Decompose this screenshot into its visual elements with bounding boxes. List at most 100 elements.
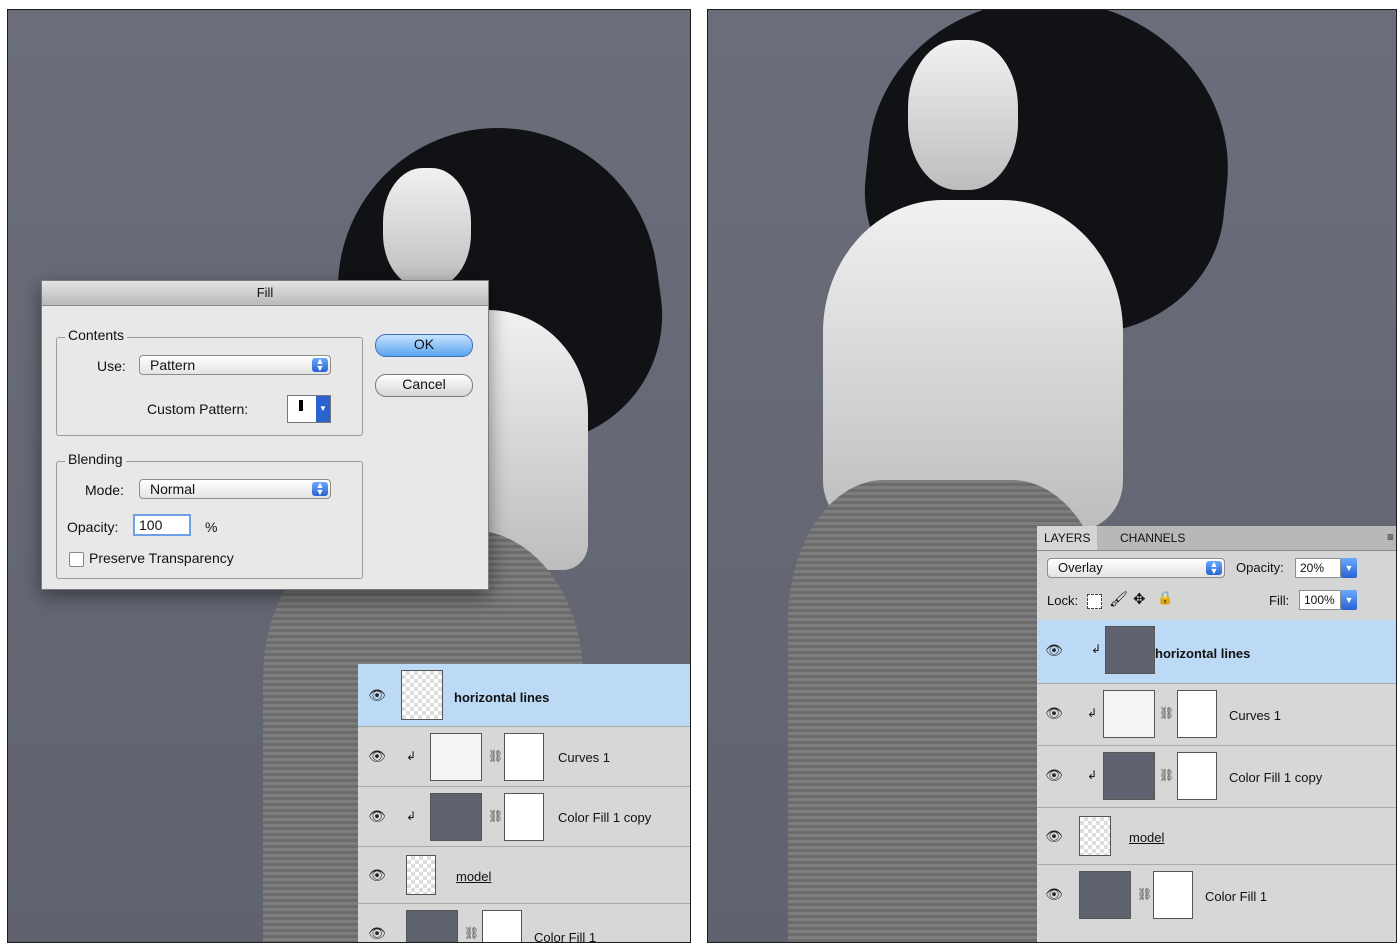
cancel-button[interactable]: Cancel xyxy=(375,374,473,397)
dialog-title: Fill xyxy=(42,281,488,306)
brush-icon[interactable]: 🖌 xyxy=(1109,590,1128,608)
opacity-label: Opacity: xyxy=(1236,560,1284,575)
chevron-down-icon: ▼ xyxy=(316,396,330,422)
select-arrows-icon: ▲ ▼ xyxy=(312,357,328,373)
clip-arrow-icon: ↲ xyxy=(406,809,417,823)
layer-row-horizontal-lines[interactable]: 👁 horizontal lines xyxy=(358,664,690,727)
layer-row-color-fill-1-copy[interactable]: 👁 ↲ ⛓ Color Fill 1 copy xyxy=(1037,746,1396,808)
preserve-transparency-checkbox[interactable] xyxy=(69,552,84,567)
opacity-input[interactable]: 100 xyxy=(133,514,191,536)
color-fill-thumbnail xyxy=(406,910,458,942)
eye-icon[interactable]: 👁 xyxy=(366,749,388,763)
layer-name: Color Fill 1 copy xyxy=(1229,770,1323,785)
right-canvas-panel: LAYERS CHANNELS ≡ Overlay ▲ ▼ Opacity: 20… xyxy=(707,9,1397,943)
blend-mode-select[interactable]: Overlay ▲ ▼ xyxy=(1047,558,1225,578)
layer-name: Color Fill 1 xyxy=(534,930,597,943)
tab-channels[interactable]: CHANNELS xyxy=(1113,526,1192,550)
layer-row-model[interactable]: 👁 model xyxy=(1037,808,1396,865)
checkerboard-thumbnail xyxy=(401,670,443,720)
chevron-down-icon[interactable]: ▼ xyxy=(1341,558,1357,578)
eye-icon[interactable]: 👁 xyxy=(1043,768,1065,782)
panel-menu-icon[interactable]: ≡ xyxy=(1387,530,1394,544)
ok-button[interactable]: OK xyxy=(375,334,473,357)
select-arrows-icon: ▲ ▼ xyxy=(1206,560,1222,576)
fill-dialog: Fill Contents Use: Pattern ▲ ▼ Custom Pat… xyxy=(41,280,489,590)
model-thumbnail xyxy=(1079,816,1111,856)
eye-icon[interactable]: 👁 xyxy=(366,688,388,702)
custom-pattern-picker[interactable]: ▼ xyxy=(287,395,331,423)
eye-icon[interactable]: 👁 xyxy=(366,868,388,882)
left-layers-list: 👁 horizontal lines 👁 ↲ ⛓ Curves 1 👁 ↲ ⛓ … xyxy=(358,664,690,943)
link-chain-icon: ⛓ xyxy=(1159,706,1175,720)
curves-thumbnail xyxy=(1103,690,1155,738)
select-arrows-icon: ▲ ▼ xyxy=(312,481,328,497)
model-face xyxy=(908,40,1018,190)
layer-row-color-fill-1[interactable]: 👁 ⛓ Color Fill 1 xyxy=(358,904,690,943)
contents-label: Contents xyxy=(65,327,128,343)
mask-thumbnail xyxy=(504,793,544,841)
lock-transparent-icon[interactable] xyxy=(1087,594,1102,609)
layer-row-horizontal-lines[interactable]: 👁 ↲ horizontal lines xyxy=(1037,620,1396,684)
pattern-swatch-icon xyxy=(299,400,303,411)
color-fill-thumbnail xyxy=(430,793,482,841)
layer-row-curves-1[interactable]: 👁 ↲ ⛓ Curves 1 xyxy=(1037,684,1396,746)
eye-icon[interactable]: 👁 xyxy=(366,926,388,940)
lock-icon[interactable]: 🔒 xyxy=(1157,590,1173,606)
eye-icon[interactable]: 👁 xyxy=(366,809,388,823)
link-chain-icon: ⛓ xyxy=(464,926,480,940)
right-layers-panel: LAYERS CHANNELS ≡ Overlay ▲ ▼ Opacity: 20… xyxy=(1037,526,1396,942)
layer-row-color-fill-1[interactable]: 👁 ⛓ Color Fill 1 xyxy=(1037,865,1396,942)
clip-arrow-icon: ↲ xyxy=(406,749,417,763)
mode-select[interactable]: Normal ▲ ▼ xyxy=(139,479,331,499)
chevron-down-icon[interactable]: ▼ xyxy=(1341,590,1357,610)
opacity-label: Opacity: xyxy=(67,519,119,535)
opacity-value: 20% xyxy=(1300,561,1325,575)
clip-arrow-icon: ↲ xyxy=(1087,706,1098,720)
eye-icon[interactable]: 👁 xyxy=(1043,829,1065,843)
preserve-transparency-label: Preserve Transparency xyxy=(89,550,234,566)
use-select[interactable]: Pattern ▲ ▼ xyxy=(139,355,331,375)
opacity-input[interactable]: 20% ▼ xyxy=(1295,558,1357,578)
blending-group: Blending Mode: Normal ▲ ▼ Opacity: 100 % … xyxy=(56,451,363,579)
layer-name: Color Fill 1 copy xyxy=(558,810,652,825)
link-chain-icon: ⛓ xyxy=(1159,768,1175,782)
layer-name: model xyxy=(456,869,492,884)
fill-input[interactable]: 100% ▼ xyxy=(1299,590,1357,610)
layer-name: Color Fill 1 xyxy=(1205,889,1268,904)
layer-name: horizontal lines xyxy=(454,690,550,705)
use-label: Use: xyxy=(97,358,126,374)
layer-row-curves-1[interactable]: 👁 ↲ ⛓ Curves 1 xyxy=(358,727,690,787)
curves-thumbnail xyxy=(430,733,482,781)
layer-row-model[interactable]: 👁 model xyxy=(358,847,690,904)
mask-thumbnail xyxy=(504,733,544,781)
mode-label: Mode: xyxy=(85,482,124,498)
mask-thumbnail xyxy=(1177,752,1217,800)
link-chain-icon: ⛓ xyxy=(488,749,504,763)
color-fill-thumbnail xyxy=(1079,871,1131,919)
move-icon[interactable]: ✥ xyxy=(1133,590,1146,608)
fill-label: Fill: xyxy=(1269,593,1290,608)
model-face xyxy=(383,168,471,288)
eye-icon[interactable]: 👁 xyxy=(1043,643,1065,657)
clip-arrow-icon: ↲ xyxy=(1087,768,1098,782)
mode-select-value: Normal xyxy=(150,481,196,497)
layer-row-color-fill-1-copy[interactable]: 👁 ↲ ⛓ Color Fill 1 copy xyxy=(358,787,690,847)
fill-value: 100% xyxy=(1304,593,1335,607)
model-thumbnail xyxy=(406,855,436,895)
eye-icon[interactable]: 👁 xyxy=(1043,706,1065,720)
layer-name: Curves 1 xyxy=(558,750,611,765)
layer-name: horizontal lines xyxy=(1155,646,1251,661)
layer-name: model xyxy=(1129,830,1165,845)
eye-icon[interactable]: 👁 xyxy=(1043,887,1065,901)
color-fill-thumbnail xyxy=(1103,752,1155,800)
clip-arrow-icon: ↲ xyxy=(1091,642,1102,656)
mask-thumbnail xyxy=(1177,690,1217,738)
link-chain-icon: ⛓ xyxy=(488,809,504,823)
tab-layers[interactable]: LAYERS xyxy=(1037,526,1098,550)
panel-tabs: LAYERS CHANNELS ≡ xyxy=(1037,526,1396,551)
lock-label: Lock: xyxy=(1047,593,1079,608)
percent-sign: % xyxy=(205,519,218,535)
blending-label: Blending xyxy=(65,451,126,467)
link-chain-icon: ⛓ xyxy=(1137,887,1153,901)
left-canvas-panel: Fill Contents Use: Pattern ▲ ▼ Custom Pat… xyxy=(7,9,691,943)
